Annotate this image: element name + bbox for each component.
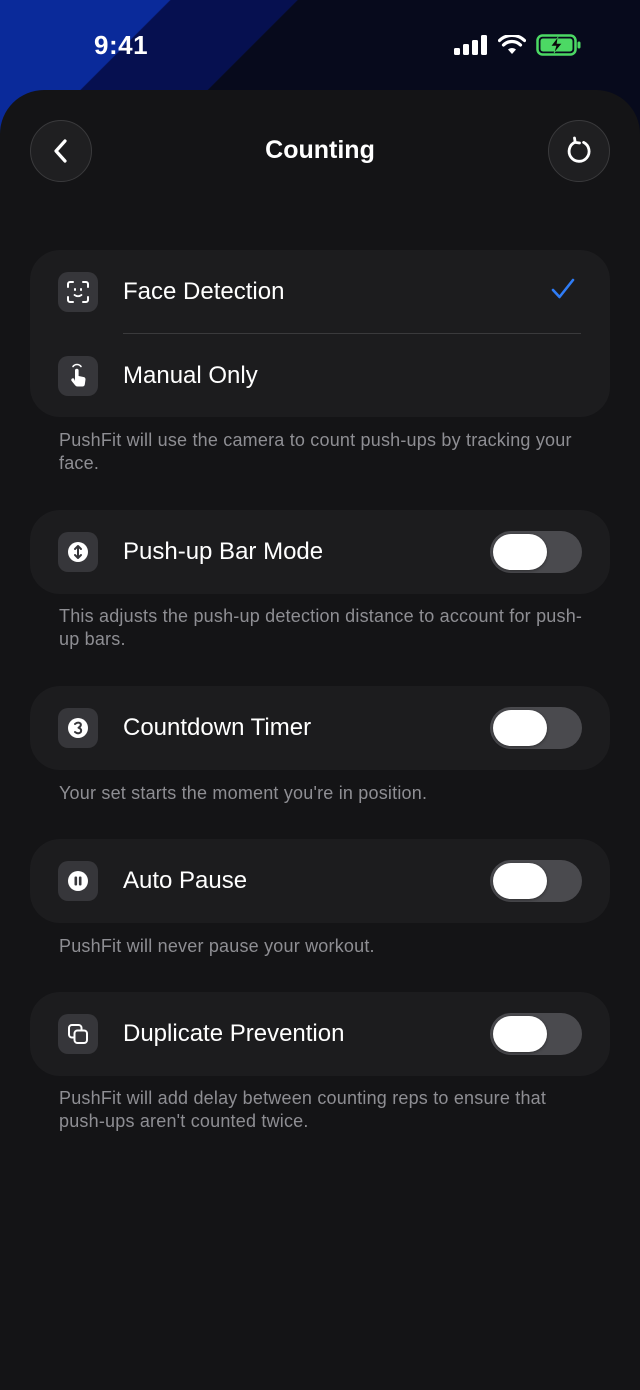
pause-icon [58, 861, 98, 901]
auto-pause-card: Auto Pause [30, 839, 610, 923]
setting-label: Countdown Timer [123, 714, 312, 741]
pushup-bar-mode-card: Push-up Bar Mode [30, 510, 610, 594]
status-bar: 9:41 [0, 0, 640, 92]
setting-row-pushup-bar-mode: Push-up Bar Mode [30, 510, 610, 594]
pushup-bar-mode-footnote: This adjusts the push-up detection dista… [59, 606, 583, 649]
countdown-timer-footnote: Your set starts the moment you're in pos… [59, 783, 428, 803]
auto-pause-toggle[interactable] [490, 860, 582, 902]
option-label: Face Detection [123, 278, 285, 305]
reset-button[interactable] [548, 120, 610, 182]
setting-label: Duplicate Prevention [123, 1020, 345, 1047]
number-3-icon [58, 708, 98, 748]
cellular-signal-icon [454, 35, 487, 55]
option-face-detection[interactable]: Face Detection [30, 250, 610, 334]
counting-mode-footnote: PushFit will use the camera to count pus… [59, 430, 572, 473]
reset-arrow-icon [567, 136, 591, 163]
checkmark-icon [551, 278, 575, 299]
option-label: Manual Only [123, 362, 258, 389]
hand-tap-icon [58, 356, 98, 396]
counting-mode-card: Face Detection Manual Only [30, 250, 610, 417]
duplicate-prevention-footnote: PushFit will add delay between counting … [59, 1088, 547, 1131]
setting-label: Auto Pause [123, 867, 248, 894]
wifi-icon [498, 35, 526, 54]
face-scan-icon [58, 272, 98, 312]
toggle-knob [493, 710, 547, 746]
setting-row-duplicate-prevention: Duplicate Prevention [30, 992, 610, 1076]
duplicate-prevention-card: Duplicate Prevention [30, 992, 610, 1076]
vertical-arrows-icon [58, 532, 98, 572]
status-time: 9:41 [94, 30, 149, 60]
duplicate-prevention-toggle[interactable] [490, 1013, 582, 1055]
setting-label: Push-up Bar Mode [123, 538, 324, 565]
countdown-timer-card: Countdown Timer [30, 686, 610, 770]
duplicate-icon [58, 1014, 98, 1054]
status-icons [454, 34, 582, 56]
toggle-knob [493, 534, 547, 570]
option-manual-only[interactable]: Manual Only [30, 334, 610, 418]
pushup-bar-mode-toggle[interactable] [490, 531, 582, 573]
toggle-knob [493, 1016, 547, 1052]
setting-row-auto-pause: Auto Pause [30, 839, 610, 923]
auto-pause-footnote: PushFit will never pause your workout. [59, 936, 375, 956]
page-title: Counting [265, 136, 375, 164]
toggle-knob [493, 863, 547, 899]
countdown-timer-toggle[interactable] [490, 707, 582, 749]
setting-row-countdown-timer: Countdown Timer [30, 686, 610, 770]
battery-charging-icon [536, 34, 581, 56]
